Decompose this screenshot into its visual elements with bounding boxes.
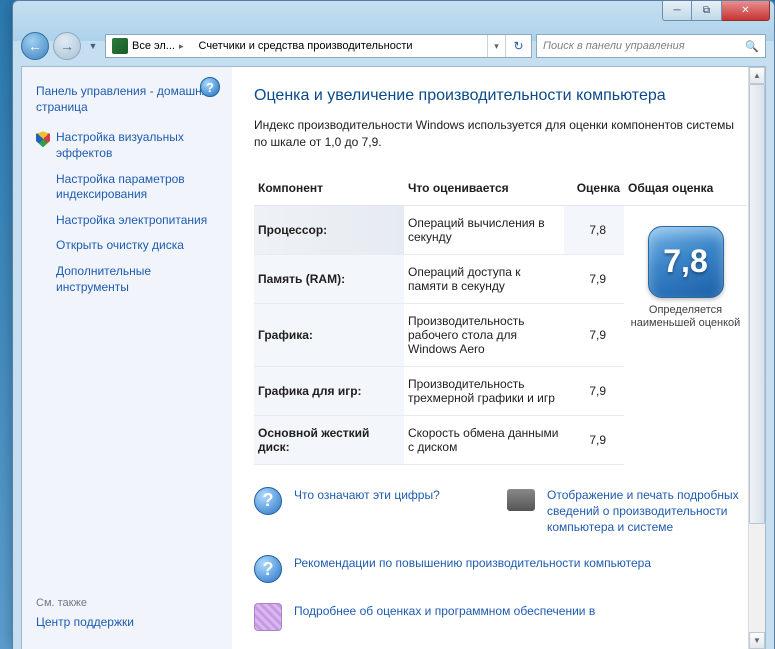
vertical-scrollbar[interactable]: ▲ ▼: [748, 67, 765, 649]
cell-component: Основной жесткий диск:: [254, 415, 404, 464]
intro-text: Индекс производительности Windows исполь…: [254, 117, 747, 151]
cell-description: Операций вычисления в секунду: [404, 205, 564, 254]
nav-forward-button[interactable]: →: [53, 32, 81, 60]
software-icon: [254, 603, 282, 631]
cell-score: 7,9: [564, 366, 624, 415]
printer-icon: [507, 489, 535, 511]
cell-description: Скорость обмена данными с диском: [404, 415, 564, 464]
address-dropdown[interactable]: ▾: [487, 35, 505, 57]
col-base-score: Общая оценка: [624, 175, 747, 206]
minimize-button[interactable]: ─: [662, 1, 692, 21]
search-input[interactable]: Поиск в панели управления 🔍: [536, 34, 766, 58]
cell-score: 7,9: [564, 254, 624, 303]
breadcrumb-current[interactable]: Счетчики и средства производительности: [193, 35, 418, 57]
base-score-cell: 7,8 Определяется наименьшей оценкой: [624, 205, 747, 464]
nav-history-dropdown[interactable]: ▼: [85, 34, 101, 58]
cell-component: Процессор:: [254, 205, 404, 254]
content-area: ? Панель управления - домашняя страница …: [21, 66, 766, 649]
action-center-link[interactable]: Центр поддержки: [36, 615, 134, 629]
help-links: ? Что означают эти цифры? Отображение и …: [254, 487, 747, 632]
col-score: Оценка: [564, 175, 624, 206]
scroll-down-button[interactable]: ▼: [749, 632, 765, 649]
see-also-heading: См. также: [36, 597, 134, 609]
breadcrumb-label: Счетчики и средства производительности: [199, 40, 413, 52]
control-panel-home-link[interactable]: Панель управления - домашняя страница: [36, 81, 224, 125]
link-recommendations[interactable]: Рекомендации по повышению производительн…: [294, 555, 747, 571]
control-panel-icon: [112, 38, 128, 54]
help-icon[interactable]: ?: [200, 77, 220, 97]
col-component: Компонент: [254, 175, 404, 206]
window-frame: ─ ⧉ ✕ ← → ▼ Все эл...▸ Счетчики и средст…: [12, 0, 775, 649]
sidebar-item-indexing[interactable]: Настройка параметров индексирования: [36, 167, 224, 208]
cell-score: 7,9: [564, 303, 624, 366]
titlebar: ─ ⧉ ✕: [13, 1, 774, 29]
scroll-up-button[interactable]: ▲: [749, 67, 765, 84]
help-icon: ?: [254, 487, 282, 515]
search-icon: 🔍: [745, 40, 759, 53]
cell-description: Производительность трехмерной графики и …: [404, 366, 564, 415]
link-print-details[interactable]: Отображение и печать подробных сведений …: [547, 487, 747, 536]
cell-component: Память (RAM):: [254, 254, 404, 303]
address-bar[interactable]: Все эл...▸ Счетчики и средства производи…: [105, 34, 532, 58]
window-buttons: ─ ⧉ ✕: [662, 1, 770, 21]
breadcrumb-label: Все эл...: [132, 40, 175, 52]
sidebar-item-advanced-tools[interactable]: Дополнительные инструменты: [36, 259, 224, 300]
sidebar: ? Панель управления - домашняя страница …: [22, 67, 232, 649]
cell-component: Графика для игр:: [254, 366, 404, 415]
maximize-button[interactable]: ⧉: [692, 1, 722, 21]
table-row: Процессор: Операций вычисления в секунду…: [254, 205, 747, 254]
sidebar-item-visual-effects[interactable]: Настройка визуальных эффектов: [36, 125, 224, 166]
sidebar-item-disk-cleanup[interactable]: Открыть очистку диска: [36, 233, 224, 259]
search-placeholder: Поиск в панели управления: [543, 40, 685, 52]
see-also-section: См. также Центр поддержки: [36, 597, 134, 629]
score-table: Компонент Что оценивается Оценка Общая о…: [254, 175, 747, 465]
nav-back-button[interactable]: ←: [21, 32, 49, 60]
cell-score: 7,8: [564, 205, 624, 254]
refresh-icon: ↻: [513, 39, 523, 53]
base-score-badge: 7,8: [648, 226, 724, 298]
chevron-right-icon: ▸: [175, 41, 188, 52]
breadcrumb-root[interactable]: Все эл...▸: [106, 35, 193, 57]
cell-component: Графика:: [254, 303, 404, 366]
scroll-thumb[interactable]: [749, 84, 765, 524]
link-what-numbers-mean[interactable]: Что означают эти цифры?: [294, 487, 503, 503]
sidebar-item-power[interactable]: Настройка электропитания: [36, 208, 224, 234]
help-icon: ?: [254, 555, 282, 583]
link-software-scores[interactable]: Подробнее об оценках и программном обесп…: [294, 603, 747, 619]
refresh-button[interactable]: ↻: [505, 35, 531, 57]
navigation-bar: ← → ▼ Все эл...▸ Счетчики и средства про…: [21, 29, 766, 63]
page-title: Оценка и увеличение производительности к…: [254, 87, 747, 105]
close-button[interactable]: ✕: [722, 1, 770, 21]
cell-score: 7,9: [564, 415, 624, 464]
main-panel: Оценка и увеличение производительности к…: [232, 67, 765, 649]
base-score-caption: Определяется наименьшей оценкой: [628, 304, 743, 332]
col-description: Что оценивается: [404, 175, 564, 206]
cell-description: Операций доступа к памяти в секунду: [404, 254, 564, 303]
cell-description: Производительность рабочего стола для Wi…: [404, 303, 564, 366]
